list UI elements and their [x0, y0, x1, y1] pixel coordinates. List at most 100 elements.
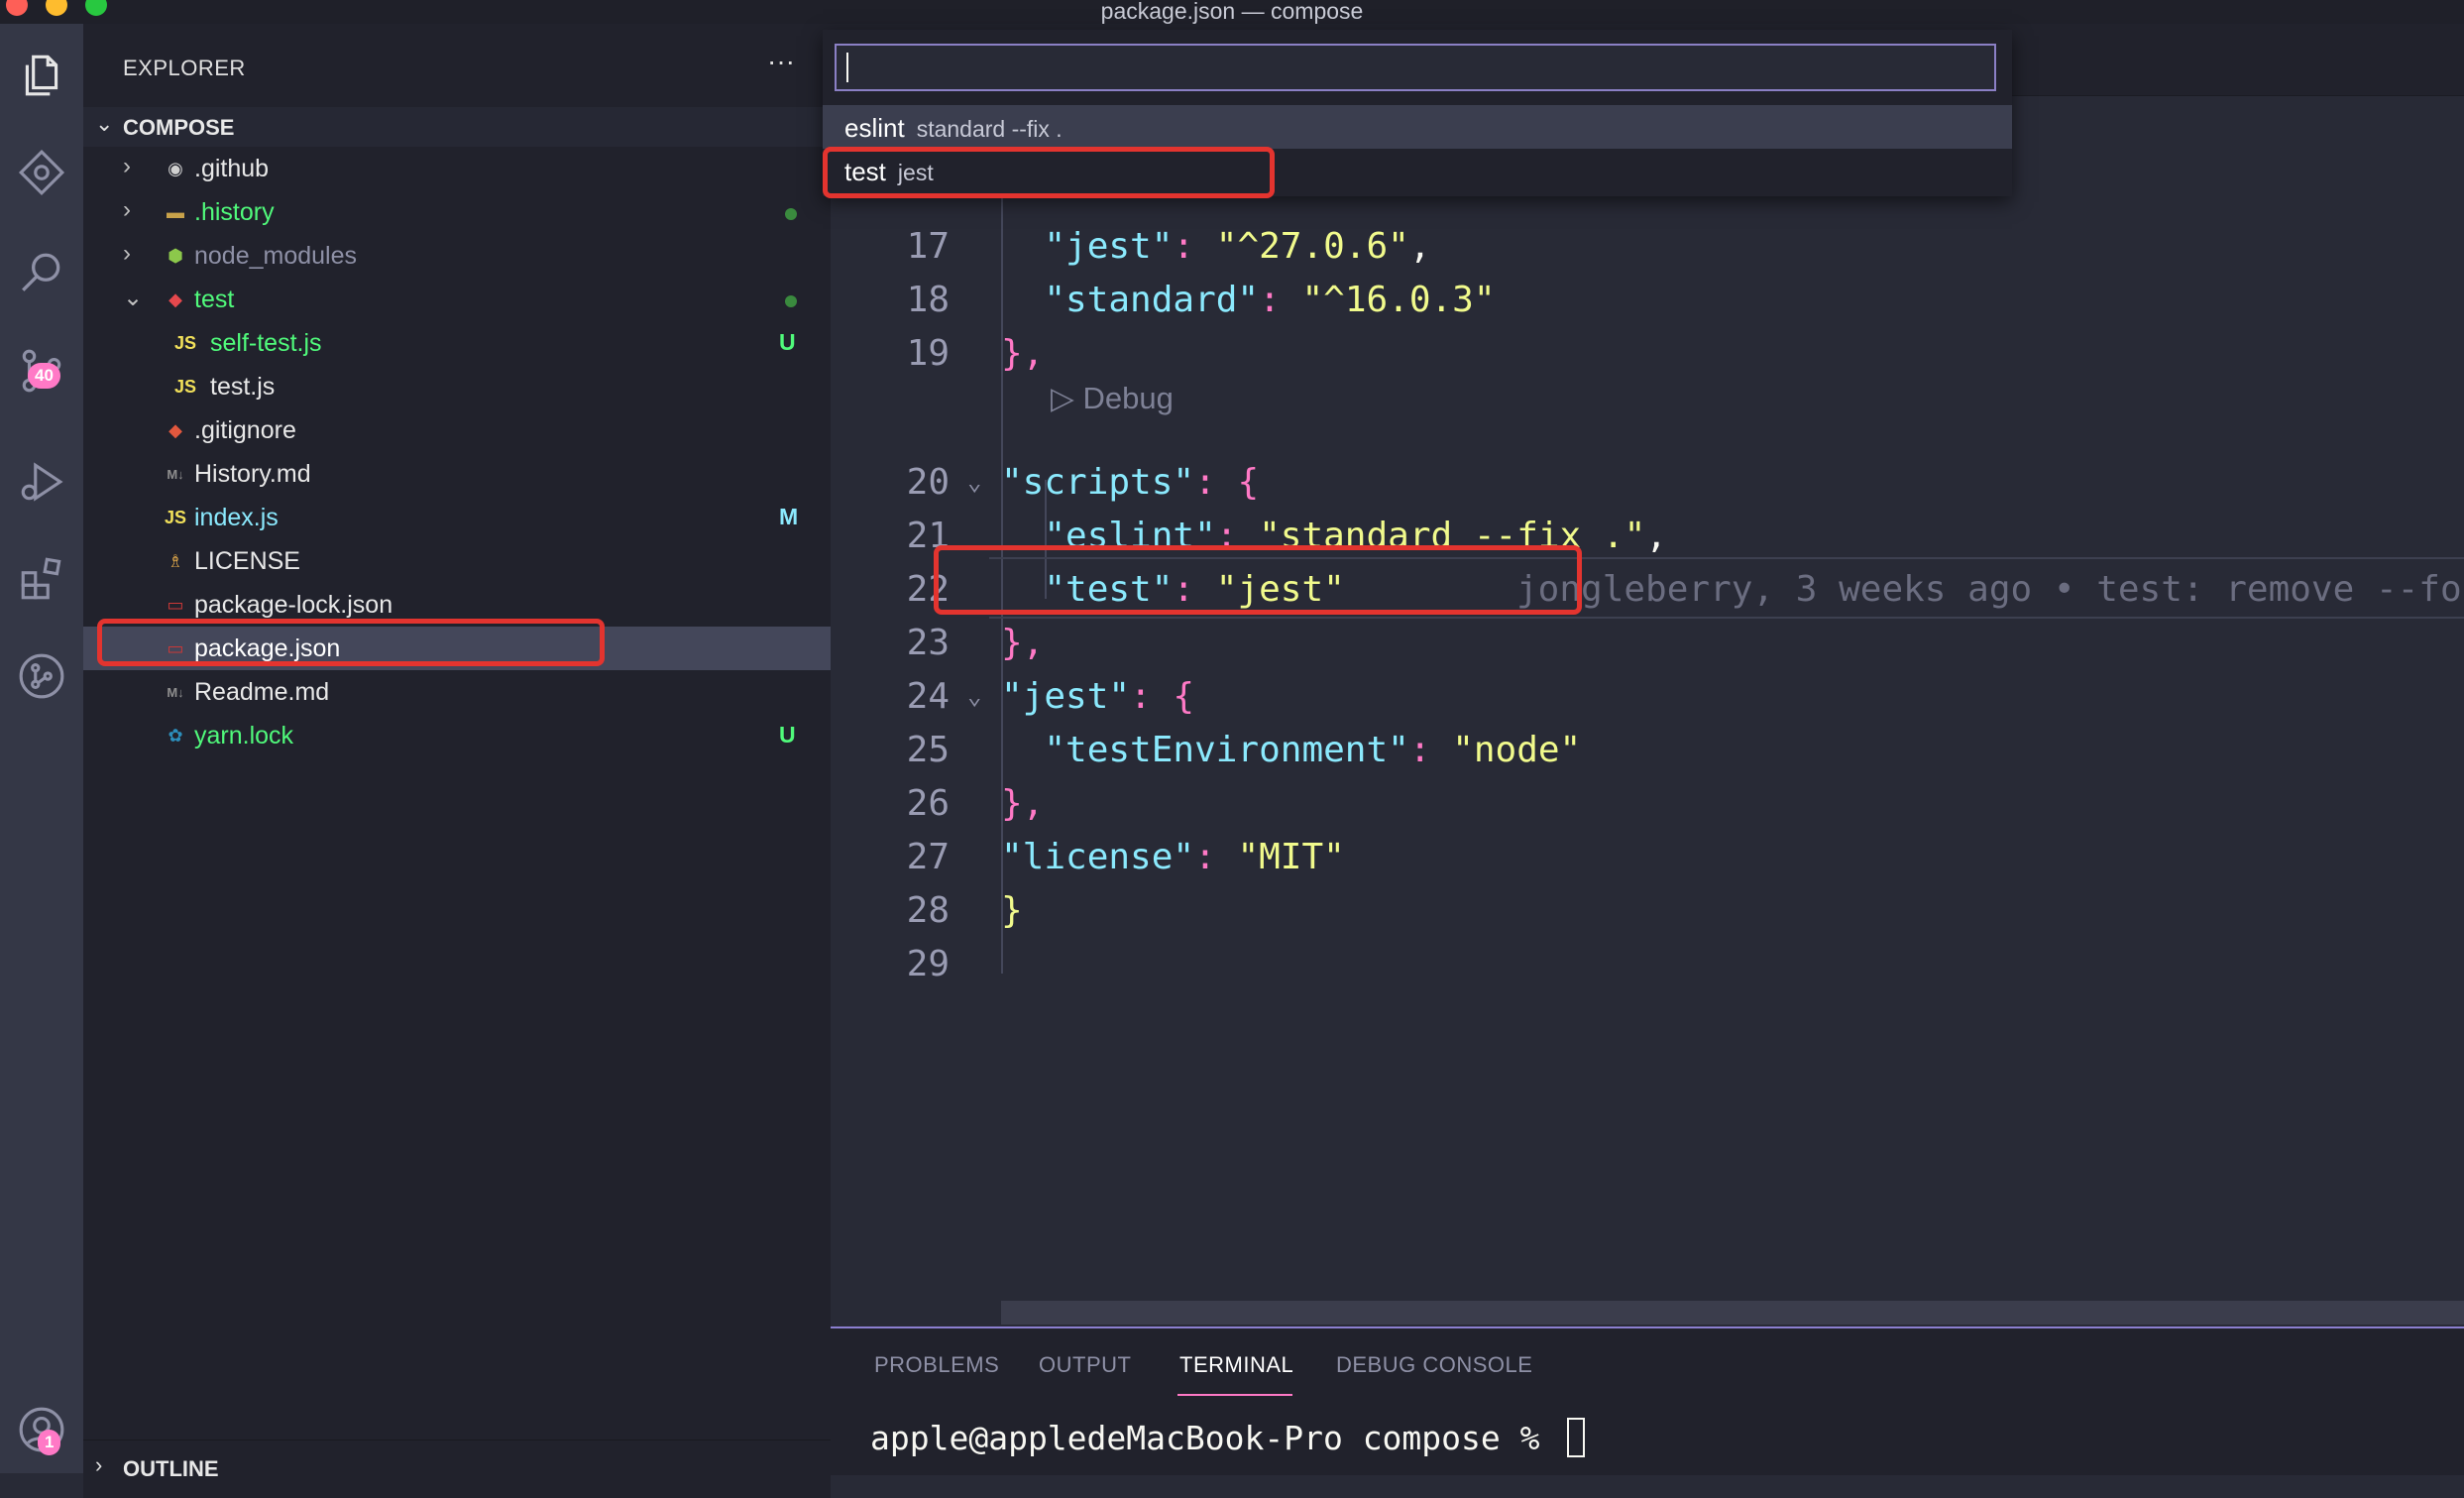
tree-item-label: node_modules: [194, 242, 358, 270]
quick-pick-item-label: eslint: [844, 113, 905, 143]
code-line: 23},: [831, 619, 2464, 672]
test-folder-icon: ◆: [168, 288, 182, 309]
git-modified-dot: [785, 208, 797, 220]
npm-file-icon: ▭: [167, 594, 184, 615]
debug-codelens[interactable]: ▷ Debug: [1051, 381, 1174, 416]
code-token: },: [1001, 623, 1045, 663]
code-token: "MIT": [1237, 837, 1345, 877]
tree-item[interactable]: › ⬢ node_modules: [83, 234, 831, 278]
git-graph-icon[interactable]: [12, 143, 71, 202]
quick-pick-input[interactable]: [835, 44, 1996, 91]
code-token: }: [1001, 890, 1023, 931]
tab-terminal[interactable]: TERMINAL: [1179, 1352, 1293, 1378]
outline-section-header[interactable]: › OUTLINE: [83, 1440, 831, 1498]
horizontal-scrollbar[interactable]: [1001, 1301, 2464, 1325]
tree-item[interactable]: › ◉ .github: [83, 147, 831, 190]
outline-title: OUTLINE: [123, 1456, 219, 1481]
quick-pick-item-eslint[interactable]: eslint standard --fix .: [823, 105, 2012, 149]
line-number: 28: [906, 890, 950, 931]
git-status-badge: M: [779, 504, 799, 529]
code-text: "jest": "^27.0.6",: [1001, 226, 1431, 267]
chevron-down-icon: ⌄: [123, 285, 144, 311]
line-number: 17: [906, 226, 950, 267]
tree-item[interactable]: ◆ .gitignore: [83, 408, 831, 452]
run-debug-icon[interactable]: [12, 452, 71, 512]
terminal-prompt: apple@appledeMacBook-Pro compose %: [870, 1419, 1560, 1457]
tree-item[interactable]: ⌄ ◆ test: [83, 278, 831, 321]
quick-pick-item-description: standard --fix .: [916, 116, 1063, 142]
tree-item-label: .history: [194, 198, 275, 226]
chevron-right-icon: ›: [123, 240, 131, 267]
terminal-cursor: [1567, 1418, 1586, 1457]
tree-item[interactable]: JS test.js: [83, 365, 831, 408]
terminal-output[interactable]: apple@appledeMacBook-Pro compose %: [870, 1418, 1586, 1457]
code-token: "license": [1001, 837, 1195, 877]
code-line: 18 "standard": "^16.0.3": [831, 276, 2464, 329]
source-control-badge: 40: [28, 363, 60, 389]
tree-item[interactable]: M↓ Readme.md: [83, 670, 831, 714]
git-status-badge: U: [779, 329, 796, 355]
chevron-right-icon: ›: [123, 196, 131, 223]
code-text: "jest": {: [1001, 676, 1194, 717]
fold-chevron-icon[interactable]: ⌄: [967, 468, 981, 496]
tree-item[interactable]: › ▬ .history: [83, 190, 831, 234]
more-actions-icon[interactable]: ···: [767, 46, 795, 77]
code-token: "node": [1452, 730, 1582, 770]
tree-item-label: .gitignore: [194, 416, 296, 444]
code-token: "jest": [1001, 676, 1131, 717]
compose-section-header[interactable]: ⌄ COMPOSE: [83, 107, 831, 147]
chevron-right-icon: ›: [123, 153, 131, 179]
code-text: "standard": "^16.0.3": [1001, 280, 1496, 320]
js-file-icon: JS: [173, 332, 197, 353]
code-text: },: [1001, 333, 1044, 374]
code-line: 17 "jest": "^27.0.6",: [831, 222, 2464, 276]
license-file-icon: ♗: [167, 550, 184, 571]
tree-item-label: test.js: [210, 373, 276, 401]
activity-bar: 40 1: [0, 24, 83, 1473]
chevron-right-icon: ›: [95, 1452, 103, 1477]
tab-problems[interactable]: PROBLEMS: [874, 1352, 999, 1378]
tree-item-label: package-lock.json: [194, 591, 393, 619]
code-token: "jest": [1044, 226, 1174, 267]
code-token: "^16.0.3": [1301, 280, 1496, 320]
code-token: :: [1194, 837, 1238, 877]
code-token: :: [1259, 280, 1302, 320]
tree-item[interactable]: ✿ yarn.lock U: [83, 714, 831, 757]
line-number: 21: [906, 516, 950, 556]
line-number: 20: [906, 462, 950, 503]
tree-item[interactable]: JS self-test.js U: [83, 321, 831, 365]
code-token: },: [1001, 783, 1045, 824]
tree-item-label: .github: [194, 155, 270, 182]
markdown-file-icon: M↓: [167, 684, 184, 700]
editor[interactable]: ▷ Debug 17 "jest": "^27.0.6", 18 "standar…: [831, 24, 2464, 1326]
fold-chevron-icon[interactable]: ⌄: [967, 682, 981, 710]
node-folder-icon: ⬢: [168, 245, 183, 266]
code-token: ,: [1408, 226, 1431, 267]
tree-item-label: History.md: [194, 460, 311, 488]
files-icon[interactable]: [12, 46, 71, 105]
folder-icon: ▬: [167, 201, 184, 222]
tree-item[interactable]: ♗ LICENSE: [83, 539, 831, 583]
code-line: 25 "testEnvironment": "node": [831, 726, 2464, 779]
code-text: "testEnvironment": "node": [1001, 730, 1581, 770]
git-modified-dot: [785, 295, 797, 307]
code-text: "scripts": {: [1001, 462, 1259, 503]
explorer-title: EXPLORER: [123, 56, 246, 80]
tree-item[interactable]: JS index.js M: [83, 496, 831, 539]
extensions-icon[interactable]: [12, 549, 71, 609]
line-number: 25: [906, 730, 950, 770]
tab-debug-console[interactable]: DEBUG CONSOLE: [1336, 1352, 1532, 1378]
explorer-sidebar: EXPLORER ··· ⌄ COMPOSE › ◉ .github › ▬ .histo…: [83, 24, 831, 1498]
annotation-test-task: [823, 147, 1275, 198]
code-text: },: [1001, 623, 1044, 663]
code-token: "^27.0.6": [1215, 226, 1409, 267]
bottom-panel: PROBLEMS OUTPUT TERMINAL DEBUG CONSOLE a…: [831, 1326, 2464, 1475]
git-file-icon: ◆: [168, 419, 182, 440]
tree-item[interactable]: M↓ History.md: [83, 452, 831, 496]
gitlens-icon[interactable]: [12, 646, 71, 706]
annotation-test-script: [934, 545, 1582, 615]
search-icon[interactable]: [12, 244, 71, 303]
tab-output[interactable]: OUTPUT: [1039, 1352, 1131, 1378]
